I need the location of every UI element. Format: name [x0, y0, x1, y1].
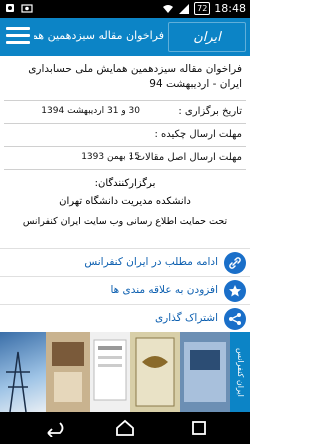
action-label: ادامه مطلب در ایران کنفرانس [84, 256, 218, 268]
banner-image [180, 332, 230, 412]
info-value: 30 و 31 اردیبهشت 1394 [41, 106, 140, 116]
info-value: 15 بهمن 1393 [81, 152, 140, 162]
event-details: فراخوان مقاله سیزدهمین همایش ملی حسابدار… [0, 56, 250, 234]
banner-image [46, 332, 90, 412]
link-icon [224, 252, 246, 274]
screenshot-icon [21, 4, 33, 13]
system-nav-bar [0, 412, 250, 444]
star-icon [224, 280, 246, 302]
info-label: تاریخ برگزاری : [178, 106, 242, 117]
organizers-title: برگزارکنندگان: [94, 178, 156, 189]
action-label: اشتراک گذاری [154, 312, 218, 324]
recent-apps-icon[interactable] [184, 419, 214, 437]
banner-image [130, 332, 180, 412]
notification-icon [6, 4, 14, 12]
info-label: مهلت ارسال اصل مقالات : [129, 152, 242, 163]
add-favorite-button[interactable]: افزودن به علاقه مندی ها [0, 276, 250, 304]
home-icon[interactable] [110, 419, 140, 437]
back-icon[interactable] [38, 419, 68, 438]
info-row-date: تاریخ برگزاری : 30 و 31 اردیبهشت 1394 [0, 101, 250, 123]
cell-signal-icon [179, 3, 190, 14]
conference-banner[interactable]: ایران کنفرانس [0, 332, 250, 412]
hamburger-menu-icon[interactable] [6, 27, 30, 47]
action-list: ادامه مطلب در ایران کنفرانس افزودن به عل… [0, 248, 250, 332]
info-row-abstract-deadline: مهلت ارسال چکیده : [0, 124, 250, 146]
iran-conference-logo: ایران کنفرانس [168, 22, 246, 75]
info-row-paper-deadline: مهلت ارسال اصل مقالات : 15 بهمن 1393 [0, 147, 250, 169]
banner-image [90, 332, 130, 412]
organizer-name: دانشکده مدیریت دانشگاه تهران [59, 196, 191, 207]
support-text: تحت حمایت اطلاع رسانی وب سایت ایران کنفر… [22, 216, 228, 227]
info-label: مهلت ارسال چکیده : [154, 129, 242, 140]
app-title: فراخوان مقاله سیزدهمین هم... [34, 29, 164, 42]
share-icon [224, 308, 246, 330]
app-bar: فراخوان مقاله سیزدهمین هم... ایران کنفرا… [0, 18, 250, 75]
clock: 18:48 [214, 2, 246, 15]
share-button[interactable]: اشتراک گذاری [0, 304, 250, 332]
status-bar: 72 18:48 [0, 0, 250, 18]
read-more-button[interactable]: ادامه مطلب در ایران کنفرانس [0, 248, 250, 276]
banner-tag: ایران کنفرانس [230, 332, 250, 412]
wifi-icon [163, 4, 174, 13]
banner-image [0, 332, 46, 412]
action-label: افزودن به علاقه مندی ها [110, 284, 218, 296]
battery-icon: 72 [194, 2, 211, 15]
event-title: فراخوان مقاله سیزدهمین همایش ملی حسابدار… [28, 63, 242, 90]
